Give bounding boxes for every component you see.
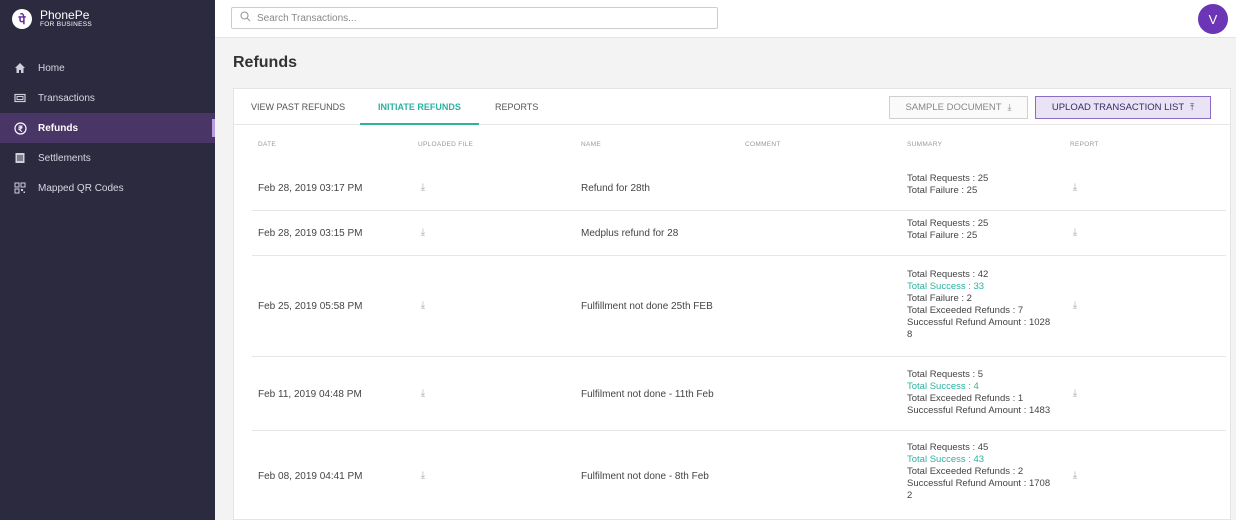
- tab-initiate-refunds[interactable]: INITIATE REFUNDS: [360, 89, 479, 125]
- summary-line: 2: [907, 490, 913, 501]
- summary-line: Successful Refund Amount : 1483: [907, 405, 1051, 416]
- download-icon: ⤓: [1007, 102, 1012, 112]
- summary-line: Total Failure : 25: [907, 185, 978, 196]
- sample-document-label: SAMPLE DOCUMENT: [905, 102, 1002, 113]
- brand-name: PhonePe: [40, 8, 90, 23]
- header-name: NAME: [581, 141, 601, 148]
- summary-line: Total Failure : 25: [907, 230, 978, 241]
- summary-success-line: Total Success : 43: [907, 454, 985, 465]
- summary-line: Total Exceeded Refunds : 7: [907, 305, 1024, 316]
- sidebar-item-refunds[interactable]: Refunds: [0, 113, 215, 143]
- summary-line: Successful Refund Amount : 1028: [907, 317, 1051, 328]
- upload-icon: ⤒: [1190, 102, 1195, 112]
- transactions-icon: [13, 91, 27, 105]
- table-body: Feb 28, 2019 03:17 PM ⤓ Refund for 28th …: [252, 167, 1226, 519]
- summary-line: Total Requests : 5: [907, 369, 984, 380]
- sidebar-item-label: Settlements: [38, 152, 91, 164]
- sidebar-item-home[interactable]: Home: [0, 53, 215, 83]
- row-name: Medplus refund for 28: [581, 228, 679, 239]
- home-icon: [13, 61, 27, 75]
- tab-reports[interactable]: REPORTS: [495, 89, 538, 125]
- summary-line: Total Requests : 42: [907, 269, 989, 280]
- summary-success-line: Total Success : 33: [907, 281, 985, 292]
- table-header: DATE UPLOADED FILE NAME COMMENT SUMMARY …: [252, 125, 1226, 167]
- sample-document-button[interactable]: SAMPLE DOCUMENT ⤓: [889, 96, 1028, 119]
- page-title: Refunds: [233, 54, 297, 71]
- topbar: V: [215, 0, 1236, 38]
- summary-line: 8: [907, 329, 913, 340]
- upload-transaction-list-label: UPLOAD TRANSACTION LIST: [1051, 102, 1185, 113]
- brand-sub: FOR BUSINESS: [40, 21, 92, 29]
- file-download-icon[interactable]: ⤓: [418, 388, 428, 399]
- tab-view-past-refunds[interactable]: VIEW PAST REFUNDS: [251, 89, 345, 125]
- qr-icon: [13, 181, 27, 195]
- file-download-icon[interactable]: ⤓: [418, 227, 428, 238]
- row-summary: Total Requests : 45 Total Success : 43 T…: [907, 442, 1072, 502]
- report-download-icon[interactable]: ⤓: [1070, 227, 1080, 238]
- refunds-card: VIEW PAST REFUNDS INITIATE REFUNDS REPOR…: [233, 88, 1231, 520]
- row-name: Fulfillment not done 25th FEB: [581, 301, 713, 312]
- table-row: Feb 28, 2019 03:15 PM ⤓ Medplus refund f…: [252, 211, 1226, 256]
- search-icon: [240, 9, 251, 27]
- sidebar-item-mapped-qr-codes[interactable]: Mapped QR Codes: [0, 173, 215, 203]
- search-input[interactable]: [257, 12, 697, 24]
- sidebar-item-label: Home: [38, 62, 65, 74]
- search-box[interactable]: [231, 7, 718, 29]
- rupee-icon: [13, 121, 27, 135]
- row-summary: Total Requests : 25 Total Failure : 25: [907, 218, 1072, 242]
- row-date: Feb 25, 2019 05:58 PM: [258, 301, 363, 312]
- table-row: Feb 25, 2019 05:58 PM ⤓ Fulfillment not …: [252, 256, 1226, 357]
- avatar[interactable]: V: [1198, 4, 1228, 34]
- row-summary: Total Requests : 25 Total Failure : 25: [907, 173, 1072, 197]
- row-date: Feb 08, 2019 04:41 PM: [258, 471, 363, 482]
- row-name: Fulfilment not done - 11th Feb: [581, 389, 714, 400]
- row-date: Feb 11, 2019 04:48 PM: [258, 389, 362, 400]
- sidebar-item-label: Transactions: [38, 92, 95, 104]
- row-name: Fulfilment not done - 8th Feb: [581, 471, 709, 482]
- header-uploaded-file: UPLOADED FILE: [418, 141, 474, 148]
- table-row: Feb 28, 2019 03:17 PM ⤓ Refund for 28th …: [252, 167, 1226, 211]
- row-date: Feb 28, 2019 03:17 PM: [258, 183, 363, 194]
- header-comment: COMMENT: [745, 141, 781, 148]
- row-summary: Total Requests : 42 Total Success : 33 T…: [907, 269, 1072, 341]
- report-download-icon[interactable]: ⤓: [1070, 388, 1080, 399]
- file-download-icon[interactable]: ⤓: [418, 300, 428, 311]
- summary-line: Total Exceeded Refunds : 1: [907, 393, 1024, 404]
- sidebar-item-label: Refunds: [38, 122, 78, 134]
- summary-success-line: Total Success : 4: [907, 381, 979, 392]
- summary-line: Total Exceeded Refunds : 2: [907, 466, 1024, 477]
- summary-line: Total Requests : 25: [907, 173, 989, 184]
- table-row: Feb 11, 2019 04:48 PM ⤓ Fulfilment not d…: [252, 357, 1226, 431]
- sidebar-item-transactions[interactable]: Transactions: [0, 83, 215, 113]
- sidebar: पे PhonePe FOR BUSINESS Home Transaction…: [0, 0, 215, 520]
- row-summary: Total Requests : 5 Total Success : 4 Tot…: [907, 369, 1072, 417]
- brand-text: PhonePe FOR BUSINESS: [40, 9, 92, 29]
- sidebar-item-label: Mapped QR Codes: [38, 182, 124, 194]
- summary-line: Total Requests : 45: [907, 442, 989, 453]
- sidebar-item-settlements[interactable]: Settlements: [0, 143, 215, 173]
- summary-line: Total Requests : 25: [907, 218, 989, 229]
- row-date: Feb 28, 2019 03:15 PM: [258, 228, 363, 239]
- summary-line: Total Failure : 2: [907, 293, 972, 304]
- row-name: Refund for 28th: [581, 183, 650, 194]
- settlements-icon: [13, 151, 27, 165]
- sidebar-nav: Home Transactions Refunds Settlements Ma…: [0, 53, 215, 203]
- file-download-icon[interactable]: ⤓: [418, 182, 428, 193]
- tab-bar: VIEW PAST REFUNDS INITIATE REFUNDS REPOR…: [234, 89, 1230, 125]
- report-download-icon[interactable]: ⤓: [1070, 300, 1080, 311]
- report-download-icon[interactable]: ⤓: [1070, 182, 1080, 193]
- report-download-icon[interactable]: ⤓: [1070, 470, 1080, 481]
- header-report: REPORT: [1070, 141, 1099, 148]
- brand[interactable]: पे PhonePe FOR BUSINESS: [0, 0, 215, 38]
- file-download-icon[interactable]: ⤓: [418, 470, 428, 481]
- header-date: DATE: [258, 141, 277, 148]
- header-summary: SUMMARY: [907, 141, 943, 148]
- summary-line: Successful Refund Amount : 1708: [907, 478, 1051, 489]
- upload-transaction-list-button[interactable]: UPLOAD TRANSACTION LIST ⤒: [1035, 96, 1211, 119]
- phonepe-logo-icon: पे: [12, 9, 32, 29]
- table-row: Feb 08, 2019 04:41 PM ⤓ Fulfilment not d…: [252, 431, 1226, 519]
